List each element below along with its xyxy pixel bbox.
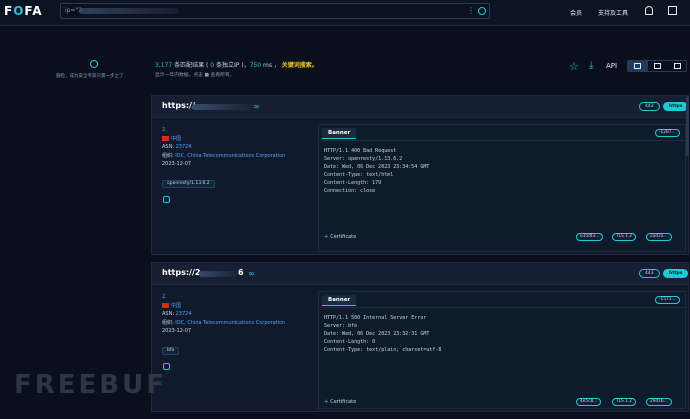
- left-sidebar: 圆检，成为安全专家只需一步之了: [0, 54, 150, 354]
- tls-version-chip[interactable]: TLS 1.2: [612, 233, 636, 241]
- query-time: 750: [249, 62, 262, 69]
- product-tag[interactable]: bfe: [162, 347, 180, 355]
- banner-panel: Banner -1287... HTTP/1.1 400 Bad Request…: [318, 124, 686, 252]
- fofa-logo[interactable]: FOFA: [4, 4, 43, 18]
- certificate-toggle[interactable]: + Certificate: [324, 234, 356, 240]
- result-card: https://2 6 ∞ 443 https 2. 中国 ASN: 23724…: [151, 262, 689, 412]
- chart-view-button[interactable]: [668, 61, 688, 71]
- external-link-icon[interactable]: [668, 6, 677, 15]
- freebuf-watermark: FREEBUF: [14, 370, 167, 400]
- certificate-toggle[interactable]: + Certificate: [324, 399, 356, 405]
- nav-membership[interactable]: 会员: [570, 8, 582, 17]
- result-count: 3,177: [155, 62, 173, 69]
- sidebar-tip: 圆检，成为安全专家只需一步之了: [56, 74, 124, 79]
- country-link[interactable]: 中国: [171, 136, 181, 142]
- cert-hash-chip[interactable]: 4e5c8...: [576, 398, 602, 406]
- protocol-badge[interactable]: https: [663, 102, 689, 111]
- time-range-note[interactable]: 显示一年内数据，点击 ■ 查看所有。: [155, 71, 235, 78]
- org-link[interactable]: IDC, China Telecommunications Corporatio…: [175, 320, 285, 326]
- list-icon: [654, 63, 661, 69]
- host-redacted: [192, 104, 252, 110]
- grid-icon: [634, 63, 641, 69]
- api-button[interactable]: API: [606, 62, 617, 70]
- org-link[interactable]: IDC, China Telecommunications Corporatio…: [175, 153, 285, 159]
- header-hash-chip[interactable]: -1287...: [655, 129, 680, 137]
- ip-address[interactable]: 2.: [162, 127, 167, 133]
- banner-content: HTTP/1.1 500 Internal Server Error Serve…: [324, 315, 442, 353]
- chart-icon: [674, 63, 681, 69]
- star-icon[interactable]: ☆: [569, 61, 579, 72]
- card-header: https:// ∞ 443 https: [152, 96, 689, 118]
- china-flag-icon: [162, 135, 169, 141]
- link-icon[interactable]: ∞: [248, 269, 255, 278]
- more-options-icon[interactable]: ⋮: [467, 6, 475, 15]
- top-bar: FOFA ip="2 ⋮ 会员 支持及工具: [0, 0, 690, 26]
- country-link[interactable]: 中国: [171, 303, 181, 309]
- result-card: https:// ∞ 443 https 2. 中国 ASN: 23724 组织…: [151, 95, 689, 255]
- search-query-redacted: [79, 8, 179, 14]
- host-link[interactable]: https://2: [162, 268, 200, 277]
- tls-version-chip[interactable]: TLS 1.2: [612, 398, 636, 406]
- host-redacted: [199, 271, 237, 277]
- banner-content: HTTP/1.1 400 Bad Request Server: openres…: [324, 148, 430, 194]
- scan-date: 2023-12-07: [162, 328, 192, 334]
- link-icon[interactable]: ∞: [253, 102, 260, 111]
- banner-panel: Banner -1571... HTTP/1.1 500 Internal Se…: [318, 291, 686, 409]
- plus-icon: +: [324, 399, 329, 405]
- view-toggle: [627, 60, 687, 72]
- protocol-badge[interactable]: https: [663, 269, 689, 278]
- nav-support-tools[interactable]: 支持及工具: [598, 8, 628, 17]
- host-meta: 2. 中国 ASN: 23724 组织: IDC, China Telecomm…: [162, 294, 286, 334]
- host-link[interactable]: https://: [162, 101, 195, 110]
- list-view-button[interactable]: [648, 61, 668, 71]
- scan-date: 2023-12-07: [162, 161, 192, 167]
- card-header: https://2 6 ∞ 443 https: [152, 263, 689, 285]
- result-summary: 3,177 条匹配结果 ( 0 条独立IP )，750 ms ， 关键词搜索。: [155, 62, 318, 69]
- asn-link[interactable]: 23724: [176, 311, 192, 317]
- asn-link[interactable]: 23724: [176, 144, 192, 150]
- host-meta: 2. 中国 ASN: 23724 组织: IDC, China Telecomm…: [162, 127, 286, 167]
- cube-icon[interactable]: [163, 363, 170, 370]
- china-flag-icon: [162, 302, 169, 308]
- product-tag[interactable]: openresty/1.13.6.2: [162, 180, 215, 188]
- keyword-search-link[interactable]: 关键词搜索。: [282, 62, 318, 69]
- tab-banner[interactable]: Banner: [322, 128, 357, 139]
- bell-icon[interactable]: [645, 6, 653, 15]
- cert-serial-chip[interactable]: 2ad2a...: [646, 233, 672, 241]
- download-icon[interactable]: ⤓: [589, 61, 593, 71]
- grid-view-button[interactable]: [628, 61, 648, 71]
- cube-icon[interactable]: [163, 196, 170, 203]
- port-badge[interactable]: 443: [639, 269, 660, 278]
- search-icon[interactable]: [478, 7, 486, 15]
- cert-hash-chip[interactable]: e35df3...: [576, 233, 604, 241]
- search-input[interactable]: ip="2 ⋮: [60, 3, 490, 19]
- target-icon: [90, 60, 98, 68]
- tab-banner[interactable]: Banner: [322, 295, 357, 306]
- plus-icon: +: [324, 234, 329, 240]
- cert-serial-chip[interactable]: 29d1b...: [646, 398, 672, 406]
- ip-address[interactable]: 2.: [162, 294, 167, 300]
- host-link-tail[interactable]: 6: [238, 268, 244, 277]
- scrollbar[interactable]: [686, 96, 689, 156]
- header-hash-chip[interactable]: -1571...: [655, 296, 680, 304]
- port-badge[interactable]: 443: [639, 102, 660, 111]
